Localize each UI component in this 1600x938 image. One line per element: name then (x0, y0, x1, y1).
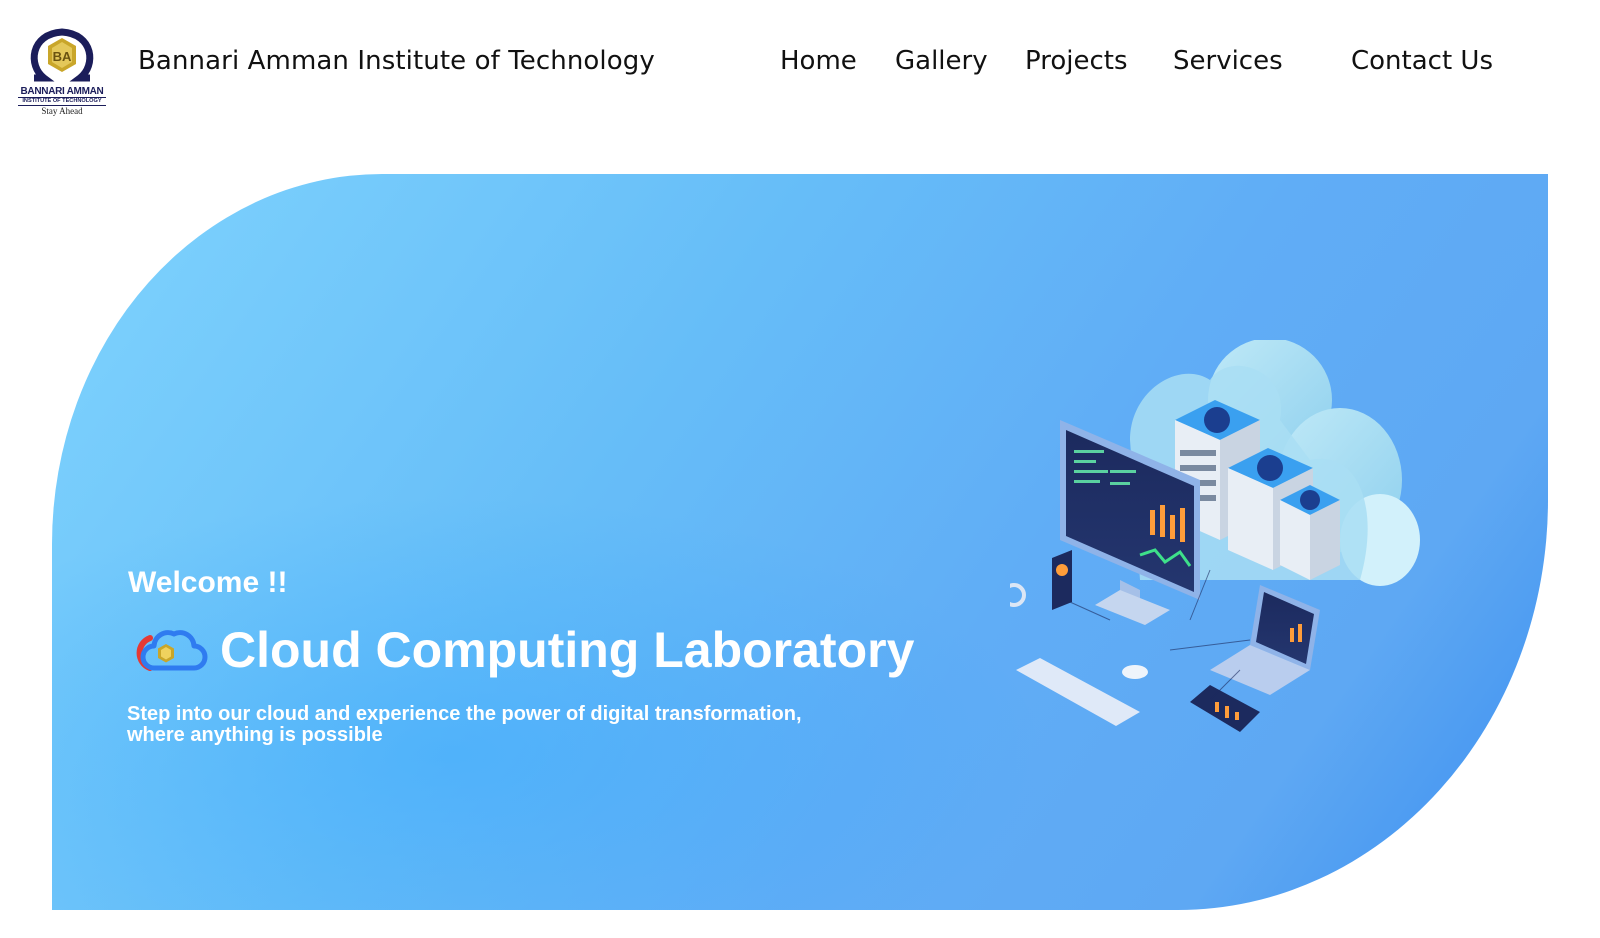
institute-emblem-icon: BA (30, 28, 94, 82)
cloud-logo-icon (136, 630, 208, 671)
keyboard (1016, 658, 1140, 726)
hero-subtitle: Step into our cloud and experience the p… (127, 703, 802, 746)
mouse (1122, 665, 1148, 679)
institute-logo[interactable]: BA BANNARI AMMAN INSTITUTE OF TECHNOLOGY… (14, 24, 110, 116)
smartwatch (1010, 583, 1026, 607)
nav-contact-us[interactable]: Contact Us (1351, 46, 1493, 76)
laptop (1210, 585, 1320, 695)
logo-tagline: Stay Ahead (41, 106, 83, 116)
nav-services[interactable]: Services (1173, 46, 1283, 76)
svg-text:BA: BA (53, 49, 72, 64)
welcome-text: Welcome !! (128, 566, 288, 599)
logo-name: BANNARI AMMAN (20, 86, 104, 97)
cloud-computing-illustration (1010, 340, 1420, 732)
lab-title: Cloud Computing Laboratory (220, 622, 915, 678)
smartphone (1052, 550, 1072, 610)
site-header: BA BANNARI AMMAN INSTITUTE OF TECHNOLOGY… (0, 0, 1600, 130)
tablet (1190, 685, 1260, 732)
site-title[interactable]: Bannari Amman Institute of Technology (138, 46, 655, 76)
nav-home[interactable]: Home (780, 46, 857, 76)
logo-subtitle: INSTITUTE OF TECHNOLOGY (18, 97, 106, 106)
nav-projects[interactable]: Projects (1025, 46, 1128, 76)
nav-gallery[interactable]: Gallery (895, 46, 988, 76)
